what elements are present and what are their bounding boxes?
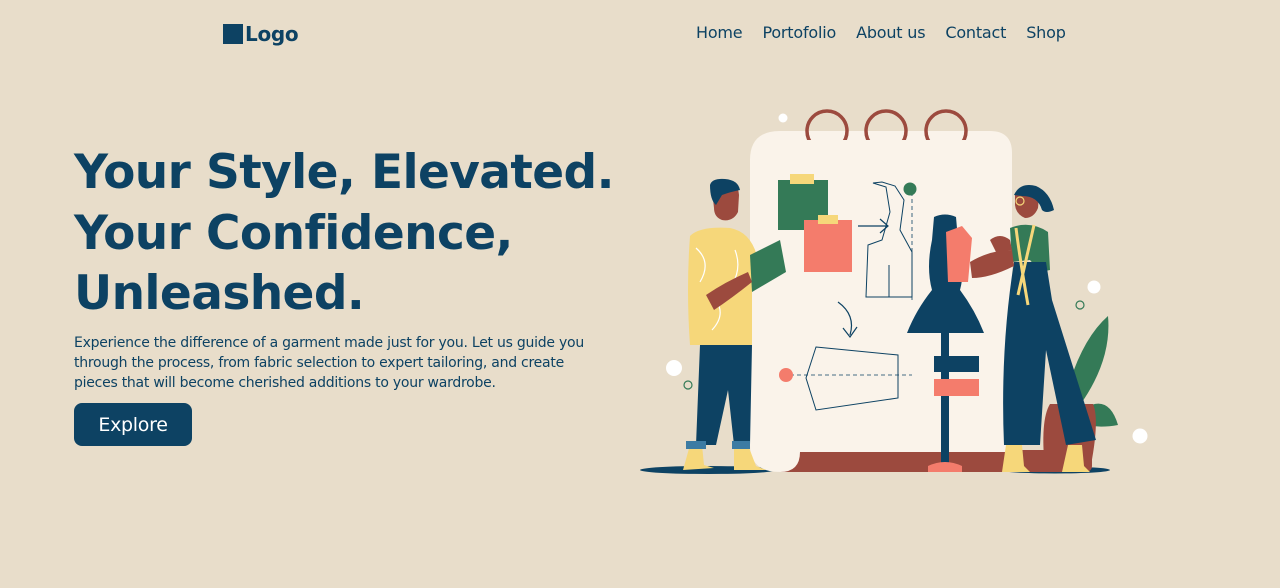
- logo-text: Logo: [245, 22, 299, 46]
- hero-title: Your Style, Elevated. Your Confidence, U…: [74, 143, 614, 325]
- nav-link-shop[interactable]: Shop: [1026, 23, 1066, 42]
- main-nav: Home Portofolio About us Contact Shop: [696, 23, 1066, 42]
- page: Logo Home Portofolio About us Contact Sh…: [0, 0, 1280, 588]
- logo[interactable]: Logo: [223, 22, 299, 46]
- hero-title-line-2: Your Confidence,: [74, 205, 513, 261]
- logo-square-icon: [223, 24, 243, 44]
- nav-link-home[interactable]: Home: [696, 23, 743, 42]
- tailor-illustration: [640, 109, 1148, 474]
- nav-link-about-us[interactable]: About us: [856, 23, 925, 42]
- hero-description: Experience the difference of a garment m…: [74, 335, 584, 391]
- explore-button[interactable]: Explore: [74, 403, 192, 446]
- hero-title-line-1: Your Style, Elevated.: [74, 145, 614, 200]
- hero-title-line-3: Unleashed.: [74, 266, 365, 321]
- nav-link-contact[interactable]: Contact: [945, 23, 1006, 42]
- nav-link-portofolio[interactable]: Portofolio: [762, 23, 836, 42]
